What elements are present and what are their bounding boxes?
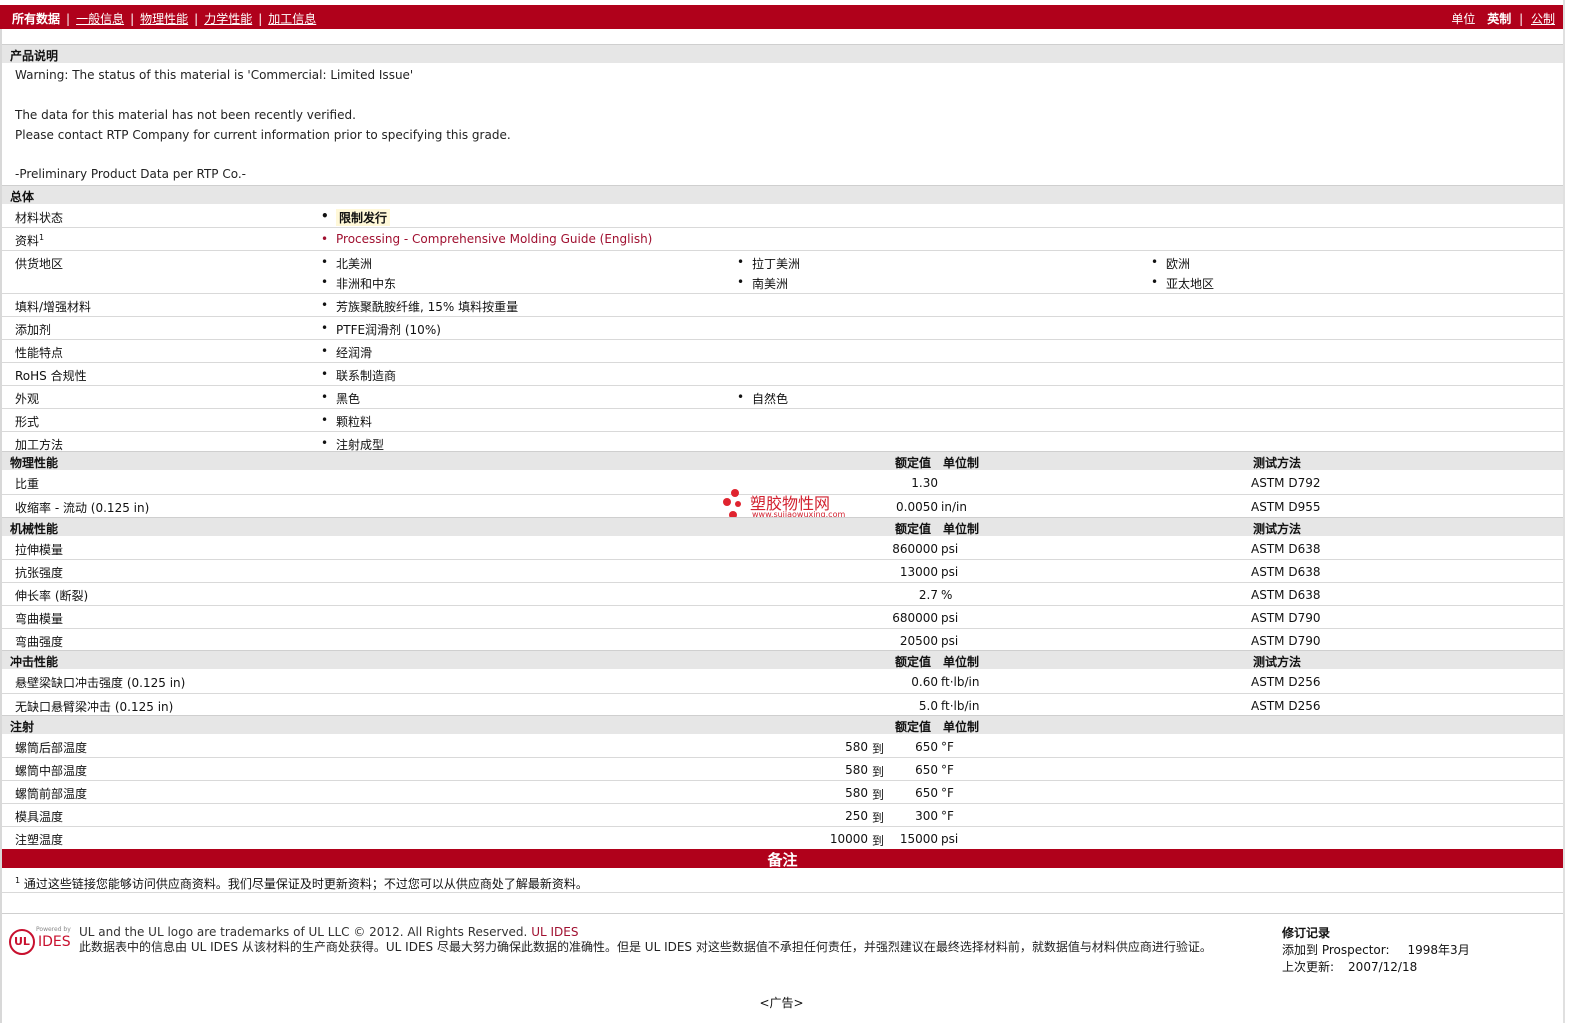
notes-bar: 备注: [2, 849, 1563, 869]
notes-row: 1 通过这些链接您能够访问供应商资料。我们尽量保证及时更新资料；不过您可以从供应…: [2, 870, 1563, 893]
section-injection: 注射 额定值 单位制: [2, 715, 1563, 734]
row-rear-temp: 螺筒后部温度 580 到 650 °F: [2, 735, 1563, 758]
nav-general[interactable]: 一般信息: [76, 12, 124, 26]
row-notched-izod: 悬壁梁缺口冲击强度 (0.125 in) 0.60 ft·lb/in ASTM …: [2, 670, 1563, 694]
row-flexural-modulus: 弯曲模量 680000 psi ASTM D790: [2, 606, 1563, 629]
region-item: 亚太地区: [1151, 275, 1214, 292]
appearance-value: 自然色: [737, 390, 788, 407]
row-appearance: 外观 黑色 自然色: [2, 386, 1563, 409]
row-additive: 添加剂 PTFE润滑剂 (10%): [2, 317, 1563, 340]
row-processing-method: 加工方法 注射成型: [2, 432, 1563, 452]
desc-warning: Warning: The status of this material is …: [15, 68, 414, 82]
row-rohs: RoHS 合规性 联系制造商: [2, 363, 1563, 386]
row-availability: 供货地区 北美洲 拉丁美洲 欧洲 非洲和中东 南美洲 亚太地区: [2, 251, 1563, 294]
nav-all-data[interactable]: 所有数据: [12, 12, 60, 26]
unit-english[interactable]: 英制: [1487, 12, 1511, 26]
disclaimer-text: 此数据表中的信息由 UL IDES 从该材料的生产商处获得。UL IDES 尽最…: [79, 940, 1212, 954]
form-value: 颗粒料: [321, 413, 372, 430]
section-physical: 物理性能 额定值 单位制 测试方法: [2, 451, 1563, 470]
section-product-desc: 产品说明: [2, 44, 1563, 63]
filler-value: 芳族聚酰胺纤维, 15% 填料按重量: [321, 298, 518, 315]
additive-value: PTFE润滑剂 (10%): [321, 321, 441, 338]
units-label: 单位: [1451, 12, 1476, 26]
rohs-value: 联系制造商: [321, 367, 396, 384]
row-middle-temp: 螺筒中部温度 580 到 650 °F: [2, 758, 1563, 781]
molding-guide-link[interactable]: Processing - Comprehensive Molding Guide…: [321, 232, 652, 246]
desc-line: Please contact RTP Company for current i…: [15, 128, 511, 142]
section-title: 总体: [10, 190, 35, 204]
region-item: 北美洲: [321, 255, 372, 272]
row-mold-temp: 模具温度 250 到 300 °F: [2, 804, 1563, 827]
section-title: 产品说明: [10, 49, 59, 63]
desc-line: The data for this material has not been …: [15, 108, 356, 122]
section-impact: 冲击性能 额定值 单位制 测试方法: [2, 650, 1563, 669]
nav-mechanical[interactable]: 力学性能: [204, 12, 252, 26]
row-tensile-modulus: 拉伸模量 860000 psi ASTM D638: [2, 537, 1563, 560]
region-item: 南美洲: [737, 275, 788, 292]
row-features: 性能特点 经润滑: [2, 340, 1563, 363]
status-value: 限制发行: [321, 209, 391, 226]
trademark-text: UL and the UL logo are trademarks of UL …: [79, 925, 579, 939]
feature-value: 经润滑: [321, 344, 372, 361]
section-mechanical: 机械性能 额定值 单位制 测试方法: [2, 517, 1563, 536]
appearance-value: 黑色: [321, 390, 360, 407]
revision-added: 添加到 Prospector: 1998年3月: [1282, 943, 1470, 957]
desc-line: -Preliminary Product Data per RTP Co.-: [15, 167, 246, 181]
region-item: 非洲和中东: [321, 275, 396, 292]
row-unnotched-izod: 无缺口悬臂梁冲击 (0.125 in) 5.0 ft·lb/in ASTM D2…: [15, 699, 1321, 714]
ul-ides-link[interactable]: UL IDES: [531, 925, 578, 939]
row-form: 形式 颗粒料: [2, 409, 1563, 432]
row-elongation: 伸长率 (断裂) 2.7 % ASTM D638: [2, 583, 1563, 606]
row-front-temp: 螺筒前部温度 580 到 650 °F: [2, 781, 1563, 804]
row-flexural-strength: 弯曲强度 20500 psi ASTM D790: [15, 634, 1321, 649]
unit-switch: 单位 英制 | 公制: [1451, 12, 1555, 26]
ul-ides-logo: UL Powered by IDES: [8, 926, 72, 960]
unit-metric[interactable]: 公制: [1531, 12, 1555, 26]
section-general: 总体: [2, 185, 1563, 204]
footer: UL Powered by IDES UL and the UL logo ar…: [2, 913, 1563, 984]
region-item: 拉丁美洲: [737, 255, 800, 272]
row-tensile-strength: 抗张强度 13000 psi ASTM D638: [2, 560, 1563, 583]
region-item: 欧洲: [1151, 255, 1190, 272]
top-nav-bar: 所有数据 | 一般信息 | 物理性能 | 力学性能 | 加工信息 单位 英制 | 公制: [0, 5, 1565, 29]
revision-title: 修订记录: [1282, 926, 1331, 940]
nav-physical[interactable]: 物理性能: [140, 12, 188, 26]
row-filler: 填料/增强材料 芳族聚酰胺纤维, 15% 填料按重量: [2, 294, 1563, 317]
nav-processing[interactable]: 加工信息: [268, 12, 316, 26]
row-material-status: 材料状态 限制发行: [2, 205, 1563, 228]
ad-placeholder: <广告>: [759, 996, 804, 1010]
row-injection-pressure: 注塑温度 10000 到 15000 psi: [15, 832, 959, 848]
scrollbar-edge: [1563, 0, 1565, 1023]
revision-updated: 上次更新: 2007/12/18: [1282, 960, 1418, 974]
row-documents: 资料1 Processing - Comprehensive Molding G…: [2, 228, 1563, 251]
section-nav: 所有数据 | 一般信息 | 物理性能 | 力学性能 | 加工信息: [12, 12, 317, 26]
